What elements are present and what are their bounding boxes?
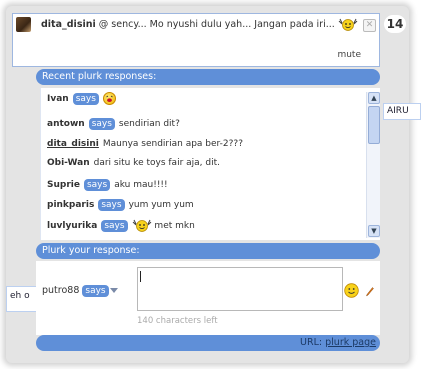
mute-link[interactable]: mute bbox=[337, 50, 361, 60]
says-badge: says bbox=[83, 179, 111, 191]
reply-user: putro88 says bbox=[42, 285, 118, 297]
plurk-page-link[interactable]: plurk page bbox=[325, 337, 376, 348]
recent-responses-header: Recent plurk responses: bbox=[36, 69, 380, 85]
list-item: luvlyurika says met mkn bbox=[47, 219, 195, 233]
says-badge: says bbox=[98, 199, 125, 211]
response-user[interactable]: Suprie bbox=[47, 180, 80, 190]
laugh-emoticon-icon bbox=[102, 92, 116, 105]
text-caret bbox=[140, 271, 141, 282]
response-text: sendirian dit? bbox=[118, 119, 180, 129]
response-user[interactable]: dita_disini bbox=[47, 139, 99, 149]
response-user[interactable]: Ivan bbox=[47, 94, 69, 104]
chars-left: 140 characters left bbox=[137, 316, 218, 326]
response-text: Maunya sendirian apa ber-2??? bbox=[102, 139, 243, 149]
background-snippet-left: eh o bbox=[6, 286, 38, 312]
url-label: URL: bbox=[300, 337, 323, 348]
emoticon-icon[interactable] bbox=[344, 283, 359, 298]
plurk-response-header: Plurk your response: bbox=[36, 243, 380, 259]
response-user[interactable]: Obi-Wan bbox=[47, 158, 90, 168]
list-item: Suprie says aku mau!!!! bbox=[47, 178, 168, 192]
pencil-icon[interactable] bbox=[366, 287, 374, 297]
original-plurk: dita_disini @ sency... Mo nyushi dulu ya… bbox=[12, 13, 380, 67]
response-text: aku mau!!!! bbox=[114, 180, 168, 190]
responses-list: Ivan says antown says sendirian dit? dita_d… bbox=[40, 88, 380, 240]
plurk-message: @ sency... Mo nyushi dulu yah... Jangan … bbox=[95, 19, 335, 30]
says-badge: says bbox=[72, 93, 99, 105]
says-qualifier-button[interactable]: says bbox=[82, 285, 109, 297]
responses-scrollbar[interactable]: ▲ ▼ bbox=[366, 92, 380, 238]
list-item: dita_disini Maunya sendirian apa ber-2??? bbox=[47, 137, 243, 151]
reply-username: putro88 bbox=[42, 285, 80, 296]
says-badge: says bbox=[101, 220, 128, 232]
response-user[interactable]: luvlyurika bbox=[47, 221, 97, 231]
list-item: Obi-Wan dari situ ke toys fair aja, dit. bbox=[47, 156, 220, 170]
plurk-author[interactable]: dita_disini bbox=[41, 19, 96, 30]
says-badge: says bbox=[88, 118, 115, 130]
dancing-emoticon-icon bbox=[132, 219, 152, 232]
response-input[interactable] bbox=[137, 267, 343, 311]
response-text: yum yum yum bbox=[128, 200, 194, 210]
reply-form: putro88 says 140 characters left bbox=[36, 261, 380, 335]
list-item: pinkparis says yum yum yum bbox=[47, 198, 194, 212]
response-user[interactable]: antown bbox=[47, 119, 85, 129]
avatar[interactable] bbox=[16, 17, 31, 32]
close-icon[interactable]: ✕ bbox=[363, 19, 376, 32]
background-snippet-right: AIRU bbox=[383, 103, 421, 120]
response-text: dari situ ke toys fair aja, dit. bbox=[93, 158, 220, 168]
response-user[interactable]: pinkparis bbox=[47, 200, 94, 210]
dancing-emoticon-icon bbox=[338, 18, 358, 31]
list-item: antown says sendirian dit? bbox=[47, 117, 180, 131]
response-text: met mkn bbox=[154, 221, 195, 231]
footer-bar: URL: plurk page bbox=[36, 335, 380, 351]
chevron-down-icon[interactable] bbox=[109, 288, 118, 293]
response-count-badge: 14 bbox=[384, 15, 406, 33]
list-item: Ivan says bbox=[47, 92, 116, 106]
scroll-up-icon[interactable]: ▲ bbox=[368, 92, 380, 104]
scroll-thumb[interactable] bbox=[368, 106, 380, 144]
plurk-text: dita_disini @ sency... Mo nyushi dulu ya… bbox=[41, 18, 361, 31]
scroll-down-icon[interactable]: ▼ bbox=[368, 225, 380, 237]
